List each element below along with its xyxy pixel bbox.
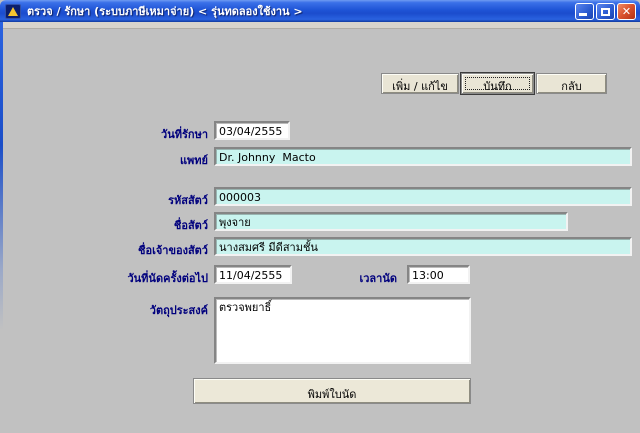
warning-triangle-icon: [5, 3, 21, 19]
animal-name-label: ชื่อสัตว์: [173, 219, 208, 232]
close-icon: ✕: [621, 5, 632, 18]
save-button[interactable]: บันทึก: [461, 73, 534, 94]
titlebar[interactable]: ตรวจ / รักษา (ระบบภาษีเหมาจ่าย) < รุ่นทด…: [0, 0, 640, 22]
window-controls: ✕: [575, 3, 636, 20]
next-appointment-date-input[interactable]: [214, 265, 292, 284]
minimize-icon: [579, 13, 587, 16]
minimize-button[interactable]: [575, 3, 594, 20]
app-window: ตรวจ / รักษา (ระบบภาษีเหมาจ่าย) < รุ่นทด…: [0, 0, 640, 433]
appointment-time-label: เวลานัด: [359, 272, 397, 285]
purpose-label: วัตถุประสงค์: [149, 304, 208, 317]
save-button-label: บันทึก: [483, 80, 512, 93]
maximize-icon: [601, 8, 610, 16]
back-button[interactable]: กลับ: [536, 73, 607, 94]
warning-triangle-glyph: [8, 6, 18, 16]
doctor-label: แพทย์: [179, 154, 208, 167]
print-appointment-button[interactable]: พิมพ์ใบนัด: [193, 378, 471, 404]
purpose-textarea[interactable]: ตรวจพยาธิ์: [214, 297, 471, 364]
appointment-time-input[interactable]: [407, 265, 470, 284]
animal-name-input[interactable]: [214, 212, 568, 231]
treatment-date-input[interactable]: [214, 121, 290, 140]
owner-name-label: ชื่อเจ้าของสัตว์: [138, 244, 208, 257]
treatment-date-label: วันที่รักษา: [161, 128, 208, 141]
window-title: ตรวจ / รักษา (ระบบภาษีเหมาจ่าย) < รุ่นทด…: [27, 5, 303, 18]
owner-name-input[interactable]: [214, 237, 632, 256]
animal-code-input[interactable]: [214, 187, 632, 206]
add-edit-button[interactable]: เพิ่ม / แก้ไข: [381, 73, 459, 94]
maximize-button[interactable]: [596, 3, 615, 20]
doctor-input[interactable]: [214, 147, 632, 166]
next-appointment-date-label: วันที่นัดครั้งต่อไป: [127, 272, 208, 285]
under-titlebar-strip: [3, 22, 640, 29]
close-button[interactable]: ✕: [617, 3, 636, 20]
window-left-border: [0, 22, 3, 433]
animal-code-label: รหัสสัตว์: [168, 194, 208, 207]
